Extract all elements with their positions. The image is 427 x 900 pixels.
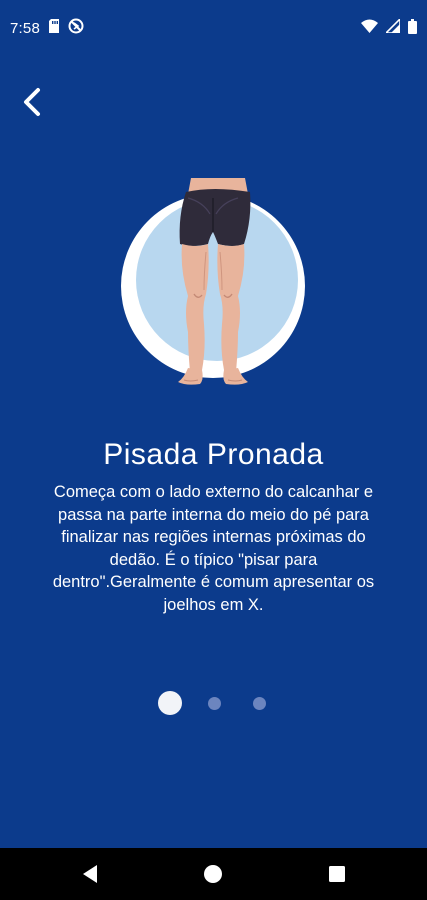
status-left: 7:58: [10, 18, 84, 38]
signal-icon: [384, 17, 401, 37]
chevron-left-icon: [24, 88, 40, 116]
back-button[interactable]: [14, 84, 50, 120]
page-dot-3[interactable]: [253, 697, 266, 710]
recents-square-icon: [329, 866, 345, 882]
home-circle-icon: [204, 865, 222, 883]
system-recents-button[interactable]: [321, 858, 353, 890]
slide-description: Começa com o lado externo do calcanhar e…: [52, 483, 375, 614]
pronated-feet-legs-illustration: [118, 174, 308, 389]
sd-card-icon: [48, 19, 60, 37]
wifi-icon: [361, 19, 378, 37]
status-time: 7:58: [10, 19, 40, 37]
system-navigation-bar: [0, 848, 427, 900]
page-dot-2[interactable]: [208, 697, 221, 710]
system-home-button[interactable]: [197, 858, 229, 890]
system-back-button[interactable]: [74, 858, 106, 890]
status-bar: 7:58: [0, 0, 427, 56]
no-sync-icon: [68, 18, 84, 38]
page-dot-1-active[interactable]: [158, 691, 182, 715]
battery-icon: [408, 18, 417, 38]
back-triangle-icon: [83, 865, 97, 883]
page-indicator: [0, 690, 427, 716]
status-right: [361, 17, 417, 38]
slide-title: Pisada Pronada: [103, 438, 324, 471]
